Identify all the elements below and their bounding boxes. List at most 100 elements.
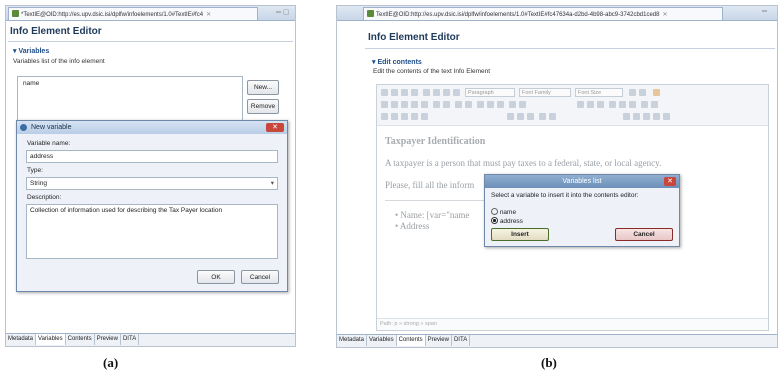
insert-variable-icon[interactable] bbox=[653, 89, 660, 96]
insert-button[interactable]: Insert bbox=[491, 228, 549, 241]
background-color-icon[interactable] bbox=[651, 101, 658, 108]
subscript-icon[interactable] bbox=[629, 89, 636, 96]
find-icon[interactable] bbox=[433, 101, 440, 108]
close-tab-icon[interactable]: ✕ bbox=[662, 12, 667, 18]
italic-icon[interactable] bbox=[391, 89, 398, 96]
window-controls-icon[interactable]: ═ bbox=[762, 8, 767, 15]
left-editor-tab[interactable]: *TextIE@OID:http://es.upv.dsic.isi/dplfw… bbox=[8, 7, 258, 20]
paste-word-icon[interactable] bbox=[421, 101, 428, 108]
tab-preview[interactable]: Preview bbox=[426, 335, 452, 346]
cell-props-icon[interactable] bbox=[401, 113, 408, 120]
right-title-divider bbox=[365, 48, 775, 49]
chevron-down-icon[interactable]: ▾ bbox=[271, 179, 274, 187]
bullet-list-icon[interactable] bbox=[455, 101, 462, 108]
strikethrough-icon[interactable] bbox=[411, 89, 418, 96]
tab-preview[interactable]: Preview bbox=[95, 334, 121, 345]
tab-metadata[interactable]: Metadata bbox=[337, 335, 368, 346]
table-icon[interactable] bbox=[381, 113, 388, 120]
copy-icon[interactable] bbox=[391, 101, 398, 108]
radio-checked-icon[interactable] bbox=[491, 217, 498, 224]
image-icon[interactable] bbox=[609, 101, 616, 108]
code-icon[interactable] bbox=[629, 101, 636, 108]
cut-icon[interactable] bbox=[381, 101, 388, 108]
toolbar-row-3 bbox=[377, 112, 768, 122]
rich-text-editor[interactable]: Paragraph Font Family Font Size Taxpayer… bbox=[376, 84, 769, 331]
media-icon[interactable] bbox=[549, 113, 556, 120]
bold-icon[interactable] bbox=[381, 89, 388, 96]
superscript-icon[interactable] bbox=[639, 89, 646, 96]
tab-metadata[interactable]: Metadata bbox=[6, 334, 37, 345]
unlink-icon[interactable] bbox=[587, 101, 594, 108]
visual-aid-icon[interactable] bbox=[527, 113, 534, 120]
right-editor-tab[interactable]: TextIE@OID:http://es.upv.dsic.isi/dplfw/… bbox=[363, 7, 723, 20]
editor-statusbar: Path: p » strong » span bbox=[377, 318, 768, 330]
rtl-icon[interactable] bbox=[663, 113, 670, 120]
replace-icon[interactable] bbox=[443, 101, 450, 108]
delete-row-icon[interactable] bbox=[421, 113, 428, 120]
list-item[interactable]: name bbox=[21, 79, 239, 88]
align-justify-icon[interactable] bbox=[453, 89, 460, 96]
new-variable-dialog-titlebar[interactable]: New variable bbox=[17, 121, 287, 134]
fullscreen-icon[interactable] bbox=[643, 113, 650, 120]
file-icon bbox=[367, 10, 374, 17]
paragraph-mark-icon[interactable] bbox=[633, 113, 640, 120]
new-variable-button[interactable]: New... bbox=[247, 80, 279, 95]
description-textarea[interactable]: Collection of information used for descr… bbox=[26, 204, 278, 259]
variable-name-input[interactable]: address bbox=[26, 150, 278, 163]
right-section-title[interactable]: ▾ Edit contents bbox=[372, 58, 422, 66]
radio-unchecked-icon[interactable] bbox=[491, 208, 498, 215]
blockquote-icon[interactable] bbox=[497, 101, 504, 108]
tab-variables[interactable]: Variables bbox=[36, 334, 66, 345]
font-size-select[interactable]: Font Size bbox=[575, 88, 623, 97]
insert-row-icon[interactable] bbox=[411, 113, 418, 120]
variables-list-titlebar[interactable]: Variables list bbox=[485, 175, 679, 188]
ok-button[interactable]: OK bbox=[197, 270, 235, 284]
right-editor-panel: TextIE@OID:http://es.upv.dsic.isi/dplfw/… bbox=[336, 5, 778, 348]
link-icon[interactable] bbox=[577, 101, 584, 108]
tab-variables[interactable]: Variables bbox=[367, 335, 397, 346]
remove-format-icon[interactable] bbox=[517, 113, 524, 120]
tab-contents[interactable]: Contents bbox=[396, 335, 426, 346]
paste-text-icon[interactable] bbox=[411, 101, 418, 108]
remove-variable-button[interactable]: Remove bbox=[247, 99, 279, 114]
window-controls-icon[interactable]: ═ ▢ bbox=[276, 8, 290, 16]
close-tab-icon[interactable]: ✕ bbox=[206, 12, 211, 18]
dialog-close-icon[interactable]: ✕ bbox=[664, 177, 676, 186]
cancel-button[interactable]: Cancel bbox=[241, 270, 279, 284]
print-icon[interactable] bbox=[623, 113, 630, 120]
radio-option-name[interactable]: name bbox=[491, 208, 516, 216]
redo-icon[interactable] bbox=[519, 101, 526, 108]
toolbar-row-2 bbox=[377, 100, 768, 110]
tab-contents[interactable]: Contents bbox=[66, 334, 95, 345]
numbered-list-icon[interactable] bbox=[465, 101, 472, 108]
element-path: Path: p » strong » span bbox=[380, 321, 437, 327]
align-left-icon[interactable] bbox=[423, 89, 430, 96]
paste-icon[interactable] bbox=[401, 101, 408, 108]
font-family-select[interactable]: Font Family bbox=[519, 88, 571, 97]
text-color-icon[interactable] bbox=[641, 101, 648, 108]
tab-dita[interactable]: DITA bbox=[121, 334, 140, 345]
right-section-desc: Edit the contents of the text Info Eleme… bbox=[373, 68, 491, 75]
anchor-icon[interactable] bbox=[597, 101, 604, 108]
paragraph-select[interactable]: Paragraph bbox=[465, 88, 515, 97]
align-right-icon[interactable] bbox=[443, 89, 450, 96]
radio-option-address[interactable]: address bbox=[491, 217, 523, 225]
content-paragraph-2: Please, fill all the inform bbox=[385, 180, 475, 190]
special-char-icon[interactable] bbox=[539, 113, 546, 120]
underline-icon[interactable] bbox=[401, 89, 408, 96]
align-center-icon[interactable] bbox=[433, 89, 440, 96]
cancel-button[interactable]: Cancel bbox=[615, 228, 673, 241]
left-section-title[interactable]: ▾ Variables bbox=[13, 47, 49, 55]
cleanup-icon[interactable] bbox=[619, 101, 626, 108]
dialog-close-icon[interactable]: ✕ bbox=[266, 123, 284, 132]
ltr-icon[interactable] bbox=[653, 113, 660, 120]
tab-dita[interactable]: DITA bbox=[452, 335, 471, 346]
content-heading: Taxpayer Identification bbox=[385, 136, 486, 147]
row-props-icon[interactable] bbox=[391, 113, 398, 120]
outdent-icon[interactable] bbox=[477, 101, 484, 108]
hr-icon[interactable] bbox=[507, 113, 514, 120]
indent-icon[interactable] bbox=[487, 101, 494, 108]
undo-icon[interactable] bbox=[509, 101, 516, 108]
content-paragraph-1: A taxpayer is a person that must pay tax… bbox=[385, 158, 662, 168]
type-select[interactable]: String ▾ bbox=[26, 177, 278, 190]
